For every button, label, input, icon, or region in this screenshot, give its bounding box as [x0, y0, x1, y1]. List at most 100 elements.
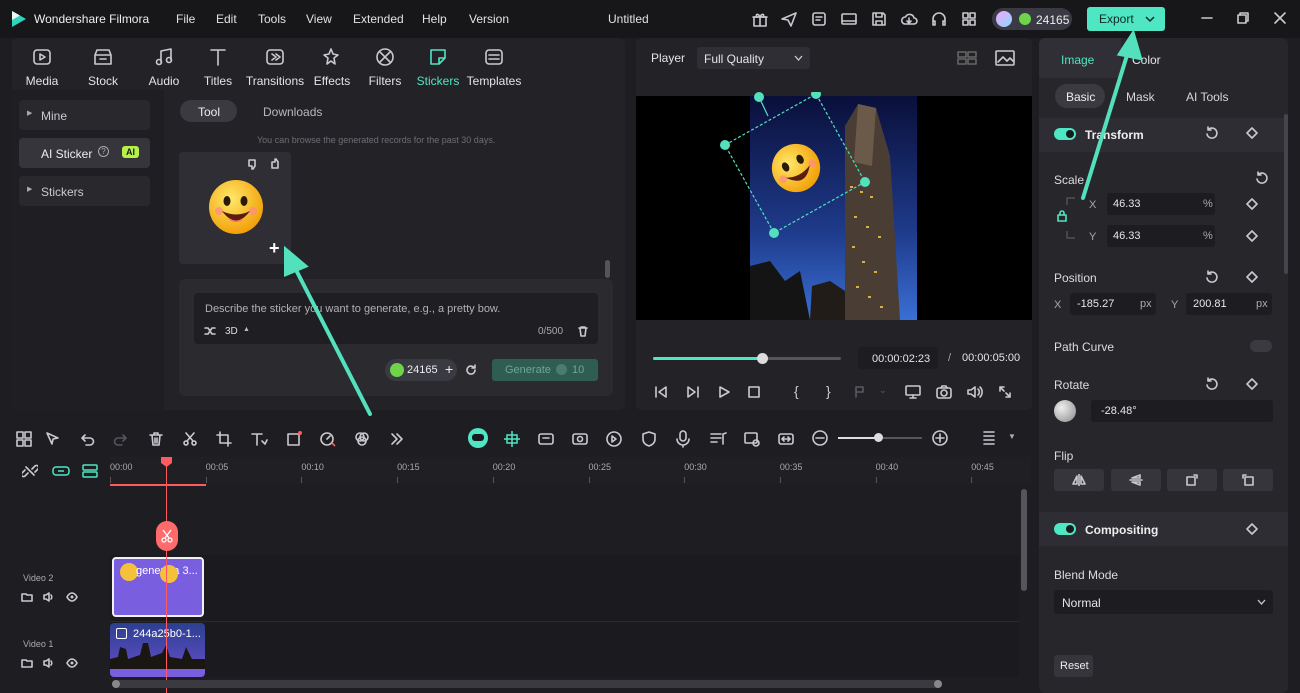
display-settings-icon[interactable] — [905, 385, 921, 399]
thumbs-down-icon[interactable] — [247, 158, 259, 170]
add-to-timeline-icon[interactable]: + — [269, 238, 280, 259]
menu-edit[interactable]: Edit — [216, 12, 237, 26]
time-ruler[interactable]: 00:00 00:05 00:10 00:15 00:20 00:25 00:30 00:35… — [110, 457, 1031, 486]
minimize-icon[interactable] — [1200, 11, 1214, 25]
folder-icon[interactable] — [21, 657, 33, 669]
save-icon[interactable] — [870, 10, 888, 28]
feedback-icon[interactable] — [810, 10, 828, 28]
select-tool-icon[interactable] — [45, 431, 61, 447]
record-screen-icon[interactable] — [571, 430, 589, 448]
quality-select[interactable]: Full Quality — [697, 47, 810, 69]
subtab-basic[interactable]: Basic — [1055, 84, 1105, 108]
headset-icon[interactable] — [930, 10, 948, 28]
position-x-input[interactable]: -185.27 px — [1070, 293, 1156, 315]
keyframe-icon[interactable] — [1246, 127, 1258, 139]
chevron-down-icon[interactable] — [1145, 15, 1155, 23]
help-icon[interactable]: ? — [98, 146, 109, 157]
zoom-out-icon[interactable] — [812, 430, 828, 446]
category-filters[interactable]: Filters — [355, 44, 415, 92]
flip-vertical-button[interactable] — [1111, 469, 1161, 491]
sticker-clip[interactable]: genera a 3... — [112, 557, 204, 617]
category-effects[interactable]: Effects — [302, 44, 362, 92]
flip-horizontal-button[interactable] — [1054, 469, 1104, 491]
stop-icon[interactable] — [747, 385, 761, 399]
transform-toggle[interactable] — [1054, 128, 1076, 140]
tab-tool[interactable]: Tool — [180, 100, 237, 122]
insert-marker-icon[interactable] — [853, 385, 867, 399]
chevron-down-icon[interactable]: ⌄ — [879, 385, 887, 396]
track-manager-icon[interactable] — [82, 463, 98, 479]
path-curve-toggle[interactable] — [1250, 340, 1272, 352]
caret-down-icon[interactable]: ▼ — [1008, 432, 1016, 441]
keyframe-icon[interactable] — [1246, 230, 1258, 242]
shape-icon[interactable] — [286, 431, 302, 447]
close-icon[interactable] — [1273, 11, 1287, 25]
compositing-toggle[interactable] — [1054, 523, 1076, 535]
eye-icon[interactable] — [66, 657, 78, 669]
unlink-icon[interactable] — [22, 463, 38, 479]
progress-handle[interactable] — [757, 353, 769, 364]
keyframe-icon[interactable] — [1246, 198, 1258, 210]
tab-downloads[interactable]: Downloads — [263, 105, 322, 119]
microphone-icon[interactable] — [675, 430, 691, 448]
cloud-icon[interactable] — [900, 10, 918, 28]
sidebar-item-ai-sticker[interactable]: AI Sticker ? AI — [19, 138, 150, 168]
playhead[interactable] — [166, 457, 167, 693]
video-preview[interactable] — [636, 92, 1032, 320]
scale-x-input[interactable]: 46.33 % — [1107, 193, 1215, 215]
refresh-icon[interactable] — [465, 364, 477, 376]
rotate-dial[interactable] — [1054, 400, 1076, 422]
link-clips-icon[interactable] — [52, 463, 70, 479]
mark-out-icon[interactable]: } — [826, 383, 831, 399]
category-audio[interactable]: Audio — [134, 44, 194, 92]
subtab-ai-tools[interactable]: AI Tools — [1186, 90, 1228, 104]
properties-scrollbar[interactable] — [1284, 114, 1288, 274]
category-media[interactable]: Media — [12, 44, 72, 92]
speaker-icon[interactable] — [43, 591, 55, 603]
category-titles[interactable]: Titles — [188, 44, 248, 92]
vertical-scrollbar[interactable] — [1021, 489, 1027, 591]
playback-progress[interactable] — [653, 353, 841, 364]
smiley-sticker-preview[interactable] — [768, 140, 824, 196]
split-marker[interactable] — [156, 521, 178, 551]
generated-sticker-card[interactable]: + — [179, 152, 291, 264]
category-transitions[interactable]: Transitions — [244, 44, 306, 92]
grid-view-icon[interactable] — [957, 50, 977, 66]
menu-help[interactable]: Help — [422, 12, 447, 26]
credits-badge[interactable]: 24165 — [992, 8, 1072, 30]
shuffle-icon[interactable] — [204, 325, 216, 337]
camera-icon[interactable] — [936, 385, 952, 399]
menu-version[interactable]: Version — [469, 12, 509, 26]
previous-frame-icon[interactable] — [654, 385, 668, 399]
menu-extended[interactable]: Extended — [353, 12, 404, 26]
rotate-input[interactable]: -28.48° — [1091, 400, 1273, 422]
reset-icon[interactable] — [1205, 126, 1219, 140]
position-y-input[interactable]: 200.81 px — [1186, 293, 1272, 315]
undo-icon[interactable] — [79, 431, 95, 447]
rotate-left-button[interactable] — [1223, 469, 1273, 491]
thumbs-up-icon[interactable] — [270, 158, 282, 170]
volume-icon[interactable] — [967, 385, 983, 399]
more-tools-icon[interactable] — [389, 431, 405, 447]
fullscreen-icon[interactable] — [998, 385, 1012, 399]
tab-image[interactable]: Image — [1039, 38, 1121, 78]
ai-copilot-icon[interactable] — [468, 428, 488, 448]
category-stickers[interactable]: Stickers — [408, 44, 468, 92]
zoom-slider-handle[interactable] — [874, 433, 883, 442]
apps-grid-icon[interactable] — [960, 10, 978, 28]
reset-icon[interactable] — [1205, 377, 1219, 391]
keyframe-icon[interactable] — [1246, 271, 1258, 283]
video-clip[interactable]: 244a25b0-1... — [110, 623, 205, 677]
redo-icon[interactable] — [113, 431, 129, 447]
next-frame-icon[interactable] — [686, 385, 700, 399]
prompt-input[interactable]: Describe the sticker you want to generat… — [194, 293, 598, 344]
keyframe-icon[interactable] — [1246, 523, 1258, 535]
speed-icon[interactable] — [319, 431, 337, 447]
split-icon[interactable] — [182, 431, 198, 447]
eye-icon[interactable] — [66, 591, 78, 603]
scrollbar[interactable] — [605, 260, 610, 278]
auto-reframe-icon[interactable] — [537, 430, 555, 448]
reset-button[interactable]: Reset — [1054, 655, 1093, 677]
audio-mix-icon[interactable] — [709, 430, 727, 448]
mark-in-icon[interactable]: { — [794, 383, 799, 399]
